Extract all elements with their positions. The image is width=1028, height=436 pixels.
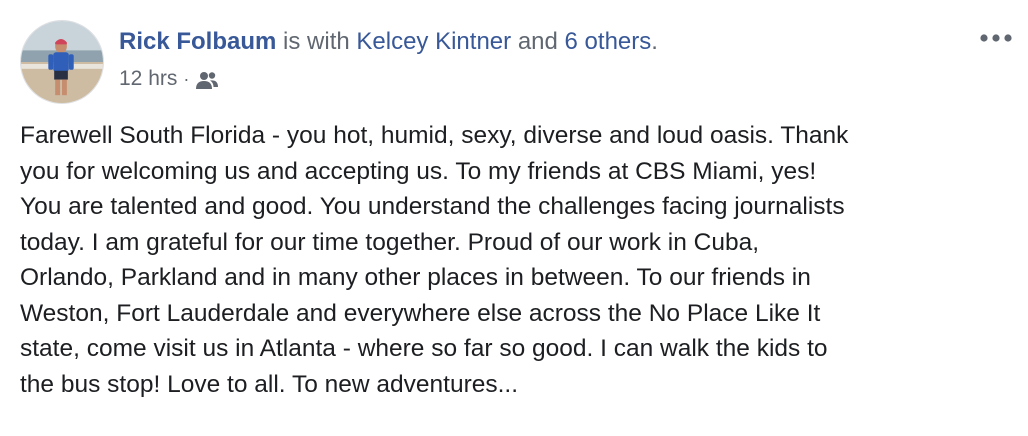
post-meta: 12 hrs · [119,64,219,94]
message-line: state, come visit us in Atlanta - where … [20,335,828,362]
friends-icon[interactable] [195,70,219,90]
timestamp-link[interactable]: 12 hrs [119,64,177,94]
message-line: You are talented and good. You understan… [20,193,845,220]
post-message: Farewell South Florida - you hot, humid,… [20,118,1015,402]
tagged-friend-link[interactable]: Kelcey Kintner [356,28,511,55]
message-line: the bus stop! Love to all. To new advent… [20,370,519,398]
with-text: is with [283,28,350,55]
facebook-post: Rick Folbaum is with Kelcey Kintner and … [0,0,1028,436]
post-header: Rick Folbaum is with Kelcey Kintner and … [119,26,658,58]
beach-photo-icon [21,21,103,103]
message-line: Farewell South Florida - you hot, humid,… [20,122,849,149]
meta-separator: · [183,69,190,89]
others-link[interactable]: 6 others [565,28,652,55]
message-line: Weston, Fort Lauderdale and everywhere e… [20,299,821,327]
more-options-button[interactable] [976,26,1016,50]
message-line: Orlando, Parkland and in many other plac… [20,264,811,291]
trailing-period: . [651,28,658,55]
message-line: today. I am grateful for our time togeth… [20,228,760,256]
more-options-icon [980,34,1012,42]
author-avatar[interactable] [20,20,104,104]
author-name-link[interactable]: Rick Folbaum [119,28,276,55]
message-line: you for welcoming us and accepting us. T… [20,157,817,185]
and-text: and [517,28,558,55]
